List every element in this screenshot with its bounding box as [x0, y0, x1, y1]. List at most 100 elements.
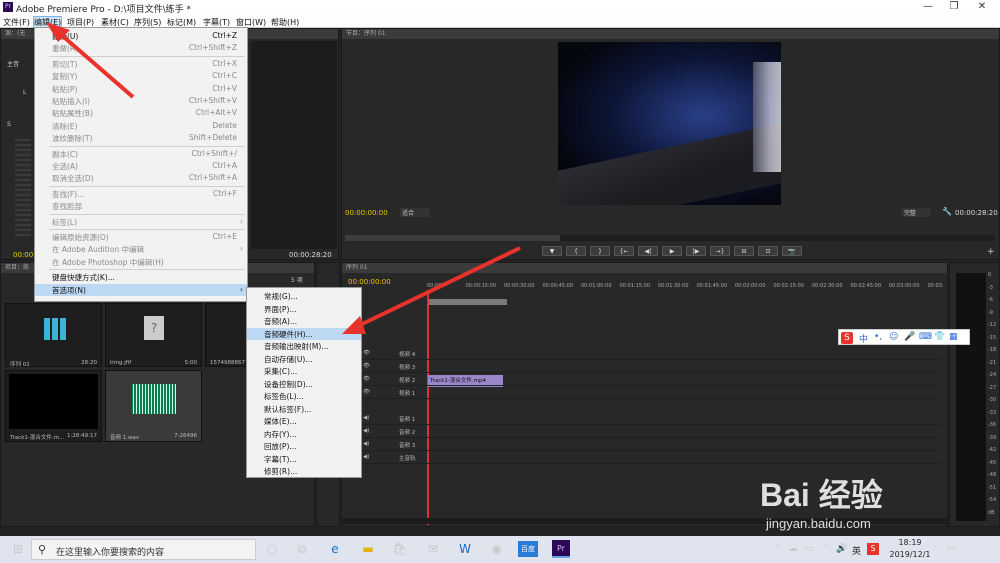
video-track-row[interactable]: 视频 2 👁 [361, 374, 941, 386]
program-monitor-tab[interactable]: 节目：序列 01 [342, 29, 999, 39]
edit-menu-item-0[interactable]: 撤销(U) Ctrl+Z [35, 30, 247, 42]
audio-track-row[interactable]: 音频 3 ◀) [361, 439, 941, 451]
preferences-item-7[interactable]: 设备控制(D)... [247, 378, 361, 390]
track-visibility-icon[interactable]: 👁 [363, 363, 370, 369]
marker-icon[interactable]: ▼ [542, 246, 562, 256]
go-to-in-icon[interactable]: {← [614, 246, 634, 256]
project-thumb-track1[interactable]: Track1-混合文件.m... 1:28:49:17 [5, 370, 102, 442]
chrome-icon[interactable]: ◉ [489, 541, 505, 557]
preferences-item-9[interactable]: 默认标签(F)... [247, 403, 361, 415]
menu-item-0[interactable]: 文件(F) [3, 17, 30, 28]
quality-dropdown[interactable]: 完整 [902, 208, 930, 217]
tray-cloud-icon[interactable]: ☁ [785, 541, 801, 557]
tray-time[interactable]: 18:19 [890, 538, 930, 547]
taskbar-search-box[interactable]: ⚲ 在这里输入你要搜索的内容 [31, 539, 256, 560]
track-visibility-icon[interactable]: 👁 [363, 350, 370, 356]
mail-icon[interactable]: ✉ [425, 541, 441, 557]
edge-icon[interactable]: e [327, 541, 343, 557]
preferences-item-11[interactable]: 内存(Y)... [247, 428, 361, 440]
store-icon[interactable]: 🛍 [392, 541, 408, 557]
close-icon[interactable]: ✕ [972, 1, 992, 14]
preferences-item-14[interactable]: 修剪(R)... [247, 465, 361, 477]
ime-voice-icon[interactable]: 🎤 [904, 332, 915, 342]
preferences-item-13[interactable]: 字幕(T)... [247, 453, 361, 465]
ime-mode[interactable]: 中 [859, 332, 868, 345]
maximize-icon[interactable]: ❐ [944, 1, 964, 14]
wps-icon[interactable]: W [457, 541, 473, 557]
timeline-tab[interactable]: 序列 01 [342, 263, 947, 273]
step-back-icon[interactable]: ◀| [638, 246, 658, 256]
go-to-out-icon[interactable]: →} [710, 246, 730, 256]
tray-wifi-icon[interactable]: ◠ [818, 541, 834, 557]
video-track-row[interactable]: 视频 3 👁 [361, 361, 941, 373]
edit-menu-item-25[interactable]: 首选项(N) › [35, 283, 247, 296]
preferences-item-6[interactable]: 采集(C)... [247, 365, 361, 377]
project-thumb-sequence[interactable]: 序列 01 28:20 [5, 303, 102, 368]
preferences-item-4[interactable]: 音频输出映射(M)... [247, 340, 361, 352]
track-speaker-icon[interactable]: ◀) [363, 428, 369, 434]
video-track-name: 视频 2 [399, 378, 416, 384]
video-track-row[interactable]: 视频 4 👁 [361, 348, 941, 360]
preferences-item-5[interactable]: 自动存储(U)... [247, 353, 361, 365]
timeline-timecode[interactable]: 00:00:00:00 [348, 278, 391, 286]
preferences-item-10[interactable]: 媒体(E)... [247, 415, 361, 427]
baidu-app-icon[interactable]: 百度 [518, 541, 538, 557]
cortana-icon[interactable]: ○ [264, 541, 280, 557]
menu-item-8[interactable]: 帮助(H) [271, 17, 299, 28]
wrench-icon[interactable]: 🔧 [942, 207, 952, 216]
tray-chevron-icon[interactable]: ^ [770, 541, 786, 557]
preferences-item-1[interactable]: 界面(P)... [247, 303, 361, 315]
windows-start-icon[interactable]: ⊞ [10, 541, 26, 557]
add-button-icon[interactable]: + [987, 247, 995, 257]
extract-icon[interactable]: ⊡ [758, 246, 778, 256]
video-track-name: 视频 1 [399, 391, 416, 397]
ime-menu-icon[interactable]: ▦ [949, 332, 958, 342]
preferences-item-12[interactable]: 回放(P)... [247, 440, 361, 452]
track-speaker-icon[interactable]: ◀) [363, 415, 369, 421]
sogou-logo-icon[interactable]: S [841, 332, 853, 344]
camera-icon[interactable]: 📷 [782, 246, 802, 256]
menu-item-label: 粘贴(P) [52, 84, 78, 94]
mark-in-icon[interactable]: { [566, 246, 586, 256]
notification-icon[interactable]: ▭ [944, 541, 960, 557]
preferences-item-3[interactable]: 音频硬件(H)... [247, 327, 361, 340]
track-visibility-icon[interactable]: 👁 [363, 389, 370, 395]
video-track-row[interactable]: 视频 1 👁 [361, 387, 941, 399]
audio-track-row[interactable]: 主音轨 ◀) [361, 452, 941, 464]
fit-dropdown[interactable]: 适合 [400, 208, 430, 217]
track-speaker-icon[interactable]: ◀) [363, 441, 369, 447]
file-explorer-icon[interactable]: ▬ [360, 541, 376, 557]
timeline-work-area[interactable] [427, 299, 507, 305]
project-thumb-timg[interactable]: ? timg.jfif 5:00 [105, 303, 202, 367]
audio-track-row[interactable]: 音频 2 ◀) [361, 426, 941, 438]
ime-skin-icon[interactable]: 👕 [934, 332, 945, 342]
ime-keyboard-icon[interactable]: ⌨ [919, 332, 932, 342]
edit-menu-item-16: 查找脸部 [35, 200, 247, 212]
play-icon[interactable]: ▶ [662, 246, 682, 256]
tray-date[interactable]: 2019/12/1 [884, 550, 936, 559]
ime-emoji-icon[interactable]: ☺ [889, 332, 898, 342]
mark-out-icon[interactable]: } [590, 246, 610, 256]
meter-scale-label: -18 [988, 347, 997, 353]
tray-volume-icon[interactable]: 🔊 [834, 541, 850, 557]
menu-item-label: 剪切(T) [52, 59, 78, 69]
track-visibility-icon[interactable]: 👁 [363, 376, 370, 382]
project-thumb-audio[interactable]: 音频 1.wav 7:26496 [105, 370, 202, 442]
tray-sogou-icon[interactable]: S [867, 543, 879, 555]
tray-language[interactable]: 英 [852, 544, 861, 557]
minimize-icon[interactable]: — [918, 1, 938, 14]
ime-punct-icon[interactable]: •, [874, 332, 882, 342]
preferences-item-0[interactable]: 常规(G)... [247, 290, 361, 302]
tray-network-icon[interactable]: ▭ [801, 541, 817, 557]
step-forward-icon[interactable]: |▶ [686, 246, 706, 256]
program-timecode-left[interactable]: 00:00:00:00 [345, 209, 388, 217]
preferences-item-8[interactable]: 标签色(L)... [247, 390, 361, 402]
timeline-playhead[interactable] [427, 290, 429, 525]
premiere-taskbar-icon[interactable]: Pr [552, 540, 570, 558]
task-view-icon[interactable]: ⧉ [294, 541, 310, 557]
track-speaker-icon[interactable]: ◀) [363, 454, 369, 460]
preferences-item-2[interactable]: 音频(A)... [247, 315, 361, 327]
lift-icon[interactable]: ⊟ [734, 246, 754, 256]
edit-menu-item-24[interactable]: 键盘快捷方式(K)... [35, 271, 247, 283]
audio-track-row[interactable]: 音频 1 ◀) [361, 413, 941, 425]
